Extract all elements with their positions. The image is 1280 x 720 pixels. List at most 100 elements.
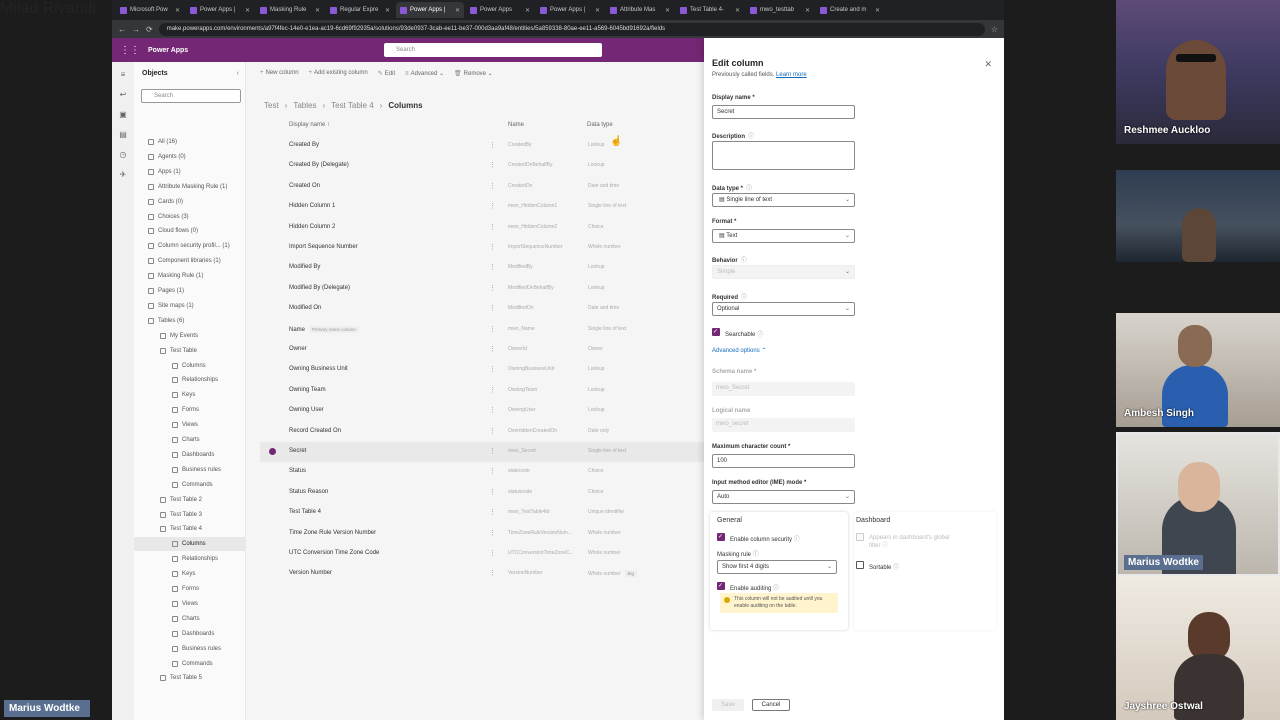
row-more-icon[interactable]: ⋮ bbox=[489, 447, 496, 455]
info-icon[interactable]: ⓘ bbox=[773, 586, 779, 592]
info-icon[interactable]: ⓘ bbox=[753, 552, 759, 558]
cancel-button[interactable]: Cancel bbox=[752, 699, 790, 711]
collapse-icon[interactable]: ‹ bbox=[237, 70, 239, 77]
tree-item[interactable]: Masking Rule (1) bbox=[134, 269, 246, 283]
add-existing-column-button[interactable]: + Add existing column bbox=[309, 70, 368, 76]
row-more-icon[interactable]: ⋮ bbox=[489, 325, 496, 333]
row-more-icon[interactable]: ⋮ bbox=[489, 508, 496, 516]
row-more-icon[interactable]: ⋮ bbox=[489, 529, 496, 537]
browser-tab[interactable]: Masking Rule ✕ bbox=[256, 2, 324, 18]
data-type-dropdown[interactable]: ▤ Single line of text ⌄ bbox=[712, 193, 855, 207]
tree-item[interactable]: Site maps (1) bbox=[134, 299, 246, 313]
info-icon[interactable]: ⓘ bbox=[741, 295, 747, 301]
objects-search-input[interactable]: Search bbox=[141, 89, 241, 103]
deploy-icon[interactable]: ✈ bbox=[120, 170, 127, 179]
close-icon[interactable]: ✕ bbox=[984, 59, 992, 70]
back-nav-icon[interactable]: ↩ bbox=[120, 90, 127, 99]
table-row[interactable]: Secret ⋮ mwo_Secret Single line of text bbox=[260, 442, 704, 462]
tree-item[interactable]: Test Table 2 bbox=[134, 493, 246, 507]
browser-tab[interactable]: Regular Expre ✕ bbox=[326, 2, 394, 18]
tree-item[interactable]: Keys bbox=[134, 567, 246, 581]
table-row[interactable]: Owner ⋮ OwnerId Owner bbox=[260, 340, 704, 360]
tree-item[interactable]: Charts bbox=[134, 612, 246, 626]
browser-tab[interactable]: Microsoft Pow ✕ bbox=[116, 2, 184, 18]
tree-item[interactable]: Cards (0) bbox=[134, 195, 246, 209]
row-selected-icon[interactable] bbox=[269, 448, 276, 455]
tree-item[interactable]: Forms bbox=[134, 582, 246, 596]
browser-tab[interactable]: Power Apps ✕ bbox=[466, 2, 534, 18]
tree-item[interactable]: Agents (0) bbox=[134, 150, 246, 164]
url-field[interactable]: make.powerapps.com/environments/a97f4fec… bbox=[158, 22, 985, 36]
breadcrumb-item[interactable]: Tables bbox=[293, 101, 316, 110]
table-row[interactable]: Owning Business Unit ⋮ OwningBusinessUnit L… bbox=[260, 360, 704, 380]
tree-item[interactable]: Relationships bbox=[134, 552, 246, 566]
row-more-icon[interactable]: ⋮ bbox=[489, 488, 496, 496]
tree-item[interactable]: Views bbox=[134, 418, 246, 432]
required-dropdown[interactable]: Optional ⌄ bbox=[712, 302, 855, 316]
tree-item[interactable]: Apps (1) bbox=[134, 165, 246, 179]
breadcrumb-item[interactable]: Test bbox=[264, 101, 279, 110]
tree-item[interactable]: Dashboards bbox=[134, 448, 246, 462]
browser-tab[interactable]: Power Apps | ✕ bbox=[536, 2, 604, 18]
close-tab-icon[interactable]: ✕ bbox=[315, 7, 320, 14]
browser-tab[interactable]: Power Apps | ✕ bbox=[186, 2, 254, 18]
objects-icon[interactable]: ▣ bbox=[119, 110, 127, 119]
tree-item[interactable]: All (16) bbox=[134, 135, 246, 149]
tree-item[interactable]: Forms bbox=[134, 403, 246, 417]
row-more-icon[interactable]: ⋮ bbox=[489, 569, 496, 577]
table-row[interactable]: UTC Conversion Time Zone Code ⋮ UTCConvers… bbox=[260, 544, 704, 564]
table-row[interactable]: Import Sequence Number ⋮ ImportSequenceNum… bbox=[260, 238, 704, 258]
tree-item[interactable]: Business rules bbox=[134, 463, 246, 477]
close-tab-icon[interactable]: ✕ bbox=[665, 7, 670, 14]
learn-more-link[interactable]: Learn more bbox=[776, 72, 807, 78]
info-icon[interactable]: ⓘ bbox=[748, 134, 754, 140]
row-more-icon[interactable]: ⋮ bbox=[489, 549, 496, 557]
row-more-icon[interactable]: ⋮ bbox=[489, 386, 496, 394]
new-column-button[interactable]: + New column bbox=[260, 70, 299, 76]
table-row[interactable]: Time Zone Rule Version Number ⋮ TimeZoneRu… bbox=[260, 524, 704, 544]
row-more-icon[interactable]: ⋮ bbox=[489, 304, 496, 312]
row-more-icon[interactable]: ⋮ bbox=[489, 345, 496, 353]
tree-item[interactable]: Business rules bbox=[134, 642, 246, 656]
close-tab-icon[interactable]: ✕ bbox=[455, 7, 460, 14]
close-tab-icon[interactable]: ✕ bbox=[735, 7, 740, 14]
table-row[interactable]: Modified By (Delegate) ⋮ ModifiedOnBehalfB… bbox=[260, 279, 704, 299]
forward-icon[interactable]: → bbox=[132, 25, 140, 34]
tree-item[interactable]: Column security profil... (1) bbox=[134, 239, 246, 253]
tree-item[interactable]: Commands bbox=[134, 657, 246, 671]
history-icon[interactable]: ◷ bbox=[120, 150, 127, 159]
browser-tab[interactable]: Power Apps | ✕ bbox=[396, 2, 464, 18]
tree-item[interactable]: Commands bbox=[134, 478, 246, 492]
row-more-icon[interactable]: ⋮ bbox=[489, 141, 496, 149]
searchable-checkbox[interactable] bbox=[712, 328, 720, 336]
row-more-icon[interactable]: ⋮ bbox=[489, 406, 496, 414]
tree-item[interactable]: Test Table 5 bbox=[134, 671, 246, 685]
table-row[interactable]: Hidden Column 2 ⋮ mwo_HiddenColumn2 Choice bbox=[260, 218, 704, 238]
row-more-icon[interactable]: ⋮ bbox=[489, 284, 496, 292]
back-icon[interactable]: ← bbox=[118, 25, 126, 34]
tree-item[interactable]: My Events bbox=[134, 329, 246, 343]
header-name[interactable]: Name bbox=[508, 122, 524, 136]
edit-button[interactable]: ✎ Edit bbox=[378, 70, 395, 77]
table-row[interactable]: Modified On ⋮ ModifiedOn Date and time bbox=[260, 299, 704, 319]
table-row[interactable]: Status ⋮ statecode Choice bbox=[260, 462, 704, 482]
browser-tab[interactable]: mwo_testtab ✕ bbox=[746, 2, 814, 18]
info-icon[interactable]: ⓘ bbox=[893, 565, 899, 571]
tree-item[interactable]: Test Table 3 bbox=[134, 508, 246, 522]
table-row[interactable]: Created On ⋮ CreatedOn Date and time bbox=[260, 177, 704, 197]
table-row[interactable]: Owning Team ⋮ OwningTeam Lookup bbox=[260, 381, 704, 401]
auditing-checkbox[interactable] bbox=[717, 582, 725, 590]
browser-tab[interactable]: Create and m ✕ bbox=[816, 2, 884, 18]
tree-item[interactable]: Dashboards bbox=[134, 627, 246, 641]
app-launcher-icon[interactable]: ⋮⋮ bbox=[120, 45, 140, 56]
masking-rule-dropdown[interactable]: Show first 4 digits ⌄ bbox=[717, 560, 837, 574]
star-icon[interactable]: ☆ bbox=[991, 25, 998, 34]
tree-item[interactable]: Tables (6) bbox=[134, 314, 246, 328]
row-more-icon[interactable]: ⋮ bbox=[489, 263, 496, 271]
row-more-icon[interactable]: ⋮ bbox=[489, 243, 496, 251]
close-tab-icon[interactable]: ✕ bbox=[875, 7, 880, 14]
tree-item[interactable]: Pages (1) bbox=[134, 284, 246, 298]
close-tab-icon[interactable]: ✕ bbox=[385, 7, 390, 14]
close-tab-icon[interactable]: ✕ bbox=[245, 7, 250, 14]
advanced-options-toggle[interactable]: Advanced options ⌃ bbox=[712, 347, 766, 354]
